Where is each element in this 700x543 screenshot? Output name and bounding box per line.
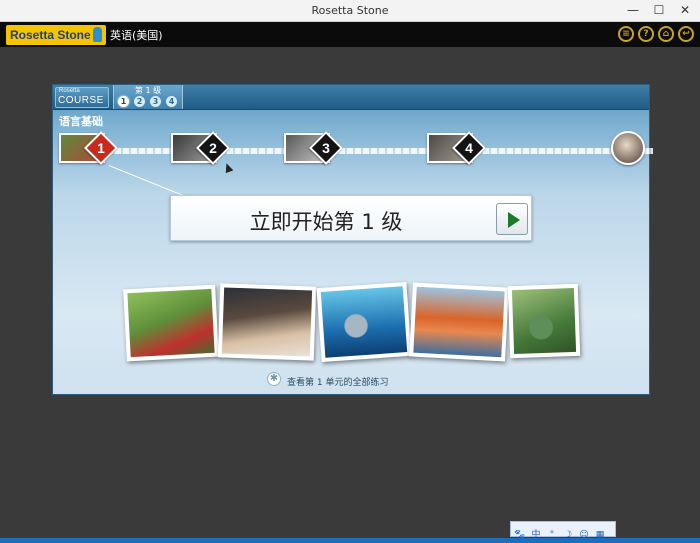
course-badge: Rosetta COURSE (55, 87, 109, 108)
minimize-button[interactable]: — (620, 0, 646, 22)
start-play-button[interactable] (496, 203, 528, 235)
lesson-4-number: 4 (465, 140, 473, 156)
lesson-3-number: 3 (322, 140, 330, 156)
lesson-1-number: 1 (97, 140, 105, 156)
view-all-exercises-text: 查看第 1 单元的全部练习 (287, 378, 389, 388)
course-panel: Rosetta COURSE 第 1 级 1 2 3 4 语言基础 1 2 3 … (52, 84, 653, 395)
level-label: 第 1 级 (134, 86, 162, 95)
exercises-icon: ✱ (267, 372, 281, 386)
close-button[interactable]: ✕ (672, 0, 698, 22)
window-title: Rosetta Stone (311, 4, 389, 17)
ime-toolbar[interactable]: 🐾 中 ° ☽ ☺ ▦ (510, 521, 616, 540)
section-title: 语言基础 (59, 115, 103, 128)
level-tab[interactable]: 第 1 级 1 2 3 4 (113, 85, 183, 109)
logo-text: Rosetta Stone (10, 28, 91, 42)
lesson-connector-line (108, 165, 184, 196)
start-level-text: 立即开始第 1 级 (249, 210, 403, 234)
taskbar (0, 538, 700, 543)
lesson-2-number: 2 (209, 140, 217, 156)
photo-underwater-fish-image (320, 286, 408, 358)
start-level-box[interactable]: 立即开始第 1 级 (170, 195, 532, 241)
logo-stone-icon (93, 27, 102, 42)
help-icon[interactable]: ? (638, 26, 654, 42)
unit-3-button[interactable]: 3 (150, 96, 161, 107)
photo-students-reading-image (221, 287, 313, 357)
photo-underwater-fish (316, 281, 412, 363)
unit-review-circle[interactable] (611, 131, 645, 165)
course-badge-title: COURSE (58, 95, 104, 106)
panel-header: Rosetta COURSE 第 1 级 1 2 3 4 (53, 85, 649, 110)
home-icon[interactable]: ⌂ (658, 26, 674, 42)
photo-cup-outdoors-image (511, 287, 577, 355)
unit-2-button[interactable]: 2 (134, 96, 145, 107)
course-badge-brand: Rosetta (59, 88, 80, 94)
language-label: 英语(美国) (110, 29, 163, 42)
photo-girl-in-field-image (127, 288, 215, 358)
photo-girl-in-field (123, 284, 219, 362)
unit-1-button[interactable]: 1 (118, 96, 129, 107)
photo-friends-group-image (413, 286, 505, 358)
photo-friends-group (409, 282, 509, 362)
rosetta-stone-logo: Rosetta Stone (6, 25, 106, 45)
back-icon[interactable]: ↩ (678, 26, 694, 42)
maximize-button[interactable]: ☐ (646, 0, 672, 22)
app-header: Rosetta Stone 英语(美国) ≡ ? ⌂ ↩ (0, 22, 700, 47)
view-all-exercises-link[interactable]: ✱ 查看第 1 单元的全部练习 (267, 372, 389, 388)
unit-4-button[interactable]: 4 (166, 96, 177, 107)
window-titlebar: Rosetta Stone — ☐ ✕ (0, 0, 700, 22)
photo-students-reading (217, 283, 317, 361)
menu-icon[interactable]: ≡ (618, 26, 634, 42)
play-icon (508, 212, 520, 228)
photo-cup-outdoors (507, 283, 581, 359)
lesson-track (83, 148, 653, 154)
